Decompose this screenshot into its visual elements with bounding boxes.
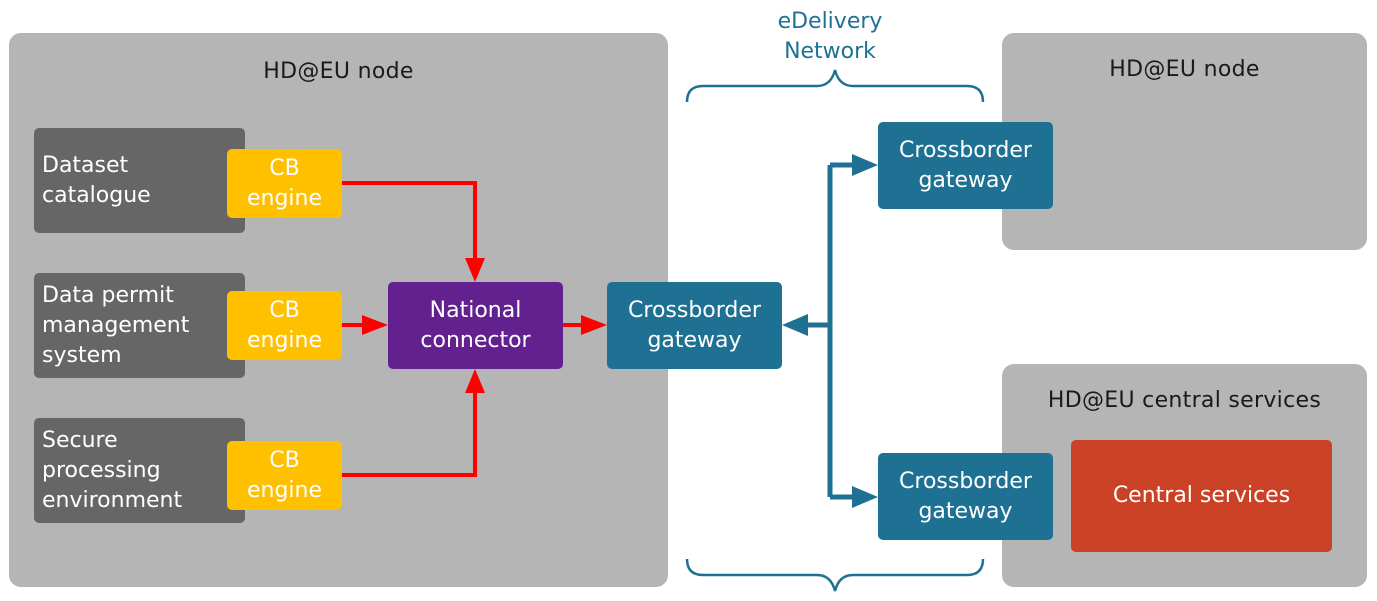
arrowhead-left [782, 314, 808, 336]
secure-processing-label: Secure processing environment [42, 427, 183, 513]
right-node-region: HD@EU node [1002, 33, 1367, 250]
data-permit-management-box: Data permit management system [34, 273, 245, 378]
cb-engine-2: CB engine [227, 291, 342, 360]
central-services-box: Central services [1071, 440, 1332, 552]
central-services-label: Central services [1112, 483, 1291, 508]
cb-engine-2-label: CB engine [246, 297, 323, 353]
dataset-catalogue-box: Dataset catalogue [34, 128, 245, 233]
right-crossborder-gateway: Crossborder gateway [878, 122, 1053, 209]
arrowhead-right [852, 154, 878, 176]
data-permit-management-label: Data permit management system [42, 282, 190, 368]
central-crossborder-gateway: Crossborder gateway [878, 453, 1053, 540]
national-connector-label: National connector [420, 297, 531, 353]
national-connector-box: National connector [388, 282, 563, 369]
right-gateway-label: Crossborder gateway [899, 137, 1032, 193]
edelivery-network-label: eDelivery Network [777, 9, 883, 64]
right-node-title: HD@EU node [1109, 57, 1260, 82]
arrowhead-right [852, 486, 878, 508]
dataset-catalogue-label: Dataset catalogue [42, 152, 151, 208]
network-flow-lines [782, 154, 878, 508]
central-gateway-label: Crossborder gateway [899, 468, 1032, 524]
bottom-brace [685, 558, 985, 592]
central-services-title: HD@EU central services [1047, 388, 1322, 413]
top-brace [685, 69, 985, 103]
left-node-title: HD@EU node [263, 59, 414, 84]
secure-processing-box: Secure processing environment [34, 418, 245, 523]
cb-engine-3: CB engine [227, 441, 342, 510]
left-gateway-label: Crossborder gateway [628, 297, 761, 353]
cb-engine-1: CB engine [227, 149, 342, 218]
left-crossborder-gateway: Crossborder gateway [607, 282, 782, 369]
cb-engine-1-label: CB engine [246, 155, 323, 211]
cb-engine-3-label: CB engine [246, 447, 323, 503]
